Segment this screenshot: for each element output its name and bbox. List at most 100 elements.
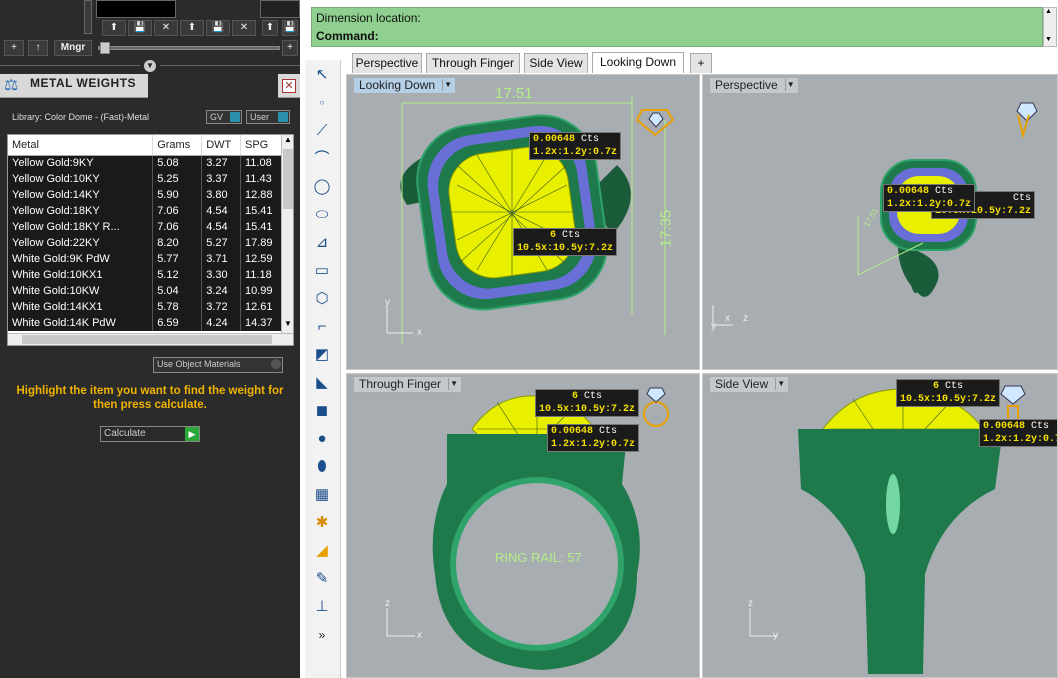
scroll-thumb[interactable] bbox=[283, 149, 293, 209]
polyline-icon[interactable]: ⟋ bbox=[311, 120, 333, 142]
curve-icon[interactable]: ⌒ bbox=[311, 148, 333, 170]
cylinder-icon[interactable]: ⬮ bbox=[311, 456, 333, 478]
command-prompt: Dimension location: bbox=[316, 11, 421, 25]
table-cell: White Gold:10KX1 bbox=[8, 267, 154, 283]
scroll-up-icon[interactable]: ▲ bbox=[1045, 8, 1052, 15]
table-row[interactable]: White Gold:10KW 5.04 3.24 10.99 bbox=[8, 283, 284, 299]
rectangle-icon[interactable]: ▭ bbox=[311, 260, 333, 282]
zoom-add-button[interactable]: + bbox=[282, 40, 298, 56]
viewport-side-view[interactable]: Side View ▼ z y 6 Cts 10.5x:10.5y:7.2z 0.0… bbox=[702, 373, 1058, 678]
calculate-button[interactable]: Calculate ▶ bbox=[100, 426, 200, 442]
polygon-icon[interactable]: ⬡ bbox=[311, 288, 333, 310]
transform-icon[interactable]: ✎ bbox=[311, 568, 333, 590]
table-cell: 11.18 bbox=[240, 267, 284, 283]
command-scrollbar[interactable]: ▲ ▼ bbox=[1043, 7, 1057, 47]
table-row[interactable]: Yellow Gold:18KY 7.06 4.54 15.41 bbox=[8, 203, 284, 219]
table-row[interactable]: White Gold:9K PdW 5.77 3.71 12.59 bbox=[8, 251, 284, 267]
use-object-materials-toggle[interactable]: Use Object Materials bbox=[153, 357, 283, 373]
carat-value: 0.00648 bbox=[983, 421, 1026, 432]
axis-x-label: x bbox=[417, 630, 422, 641]
carat-value: 0.00648 bbox=[887, 186, 930, 197]
table-cell: 5.78 bbox=[152, 299, 203, 315]
axis-z-label: z bbox=[748, 598, 753, 609]
table-row[interactable]: Yellow Gold:14KY 5.90 3.80 12.88 bbox=[8, 187, 284, 203]
save-icon[interactable]: 💾 bbox=[128, 20, 152, 36]
table-cell: 5.90 bbox=[152, 187, 203, 203]
table-cell: 14.37 bbox=[240, 315, 284, 331]
column-header[interactable]: DWT bbox=[201, 135, 241, 156]
viewport-through-finger[interactable]: Through Finger ▼ RING RAIL: 57 z x 6 Cts 1… bbox=[346, 373, 700, 678]
stone-dims: 1.2x:1.2y:0.7 bbox=[983, 434, 1058, 445]
table-row[interactable]: Yellow Gold:22KY 8.20 5.27 17.89 bbox=[8, 235, 284, 251]
carat-unit: Cts bbox=[584, 391, 603, 402]
table-cell: 4.54 bbox=[201, 219, 241, 235]
up-icon-3[interactable]: ⬆ bbox=[262, 20, 278, 36]
more-tools-icon[interactable]: » bbox=[311, 624, 333, 646]
manager-button[interactable]: Mngr bbox=[54, 40, 92, 56]
viewport-perspective[interactable]: Perspective ▼ 17.51 z y x Cts 10.5x:10.5y:… bbox=[702, 74, 1058, 370]
save-icon-2[interactable]: 💾 bbox=[206, 20, 230, 36]
up-button[interactable]: ↑ bbox=[28, 40, 48, 56]
up-icon[interactable]: ⬆ bbox=[102, 20, 126, 36]
tab-looking-down[interactable]: Looking Down bbox=[592, 52, 684, 73]
delete-icon-2[interactable]: ✕ bbox=[232, 20, 256, 36]
extrude-icon[interactable]: ◣ bbox=[311, 372, 333, 394]
fillet-icon[interactable]: ⌐ bbox=[311, 316, 333, 338]
select-arrow-icon[interactable]: ↖ bbox=[311, 64, 333, 86]
box-icon[interactable]: ◼ bbox=[311, 400, 333, 422]
table-cell: 3.80 bbox=[201, 187, 241, 203]
gv-toggle[interactable]: GV bbox=[206, 110, 242, 124]
close-icon[interactable]: ✕ bbox=[282, 79, 296, 93]
table-row[interactable]: Yellow Gold:10KY 5.25 3.37 11.43 bbox=[8, 171, 284, 187]
table-cell: 3.27 bbox=[201, 155, 241, 171]
table-vscroll[interactable]: ▲ ▼ bbox=[281, 135, 293, 345]
table-cell: Yellow Gold:18KY R... bbox=[8, 219, 154, 235]
table-row[interactable]: White Gold:14KX1 5.78 3.72 12.61 bbox=[8, 299, 284, 315]
delete-icon[interactable]: ✕ bbox=[154, 20, 178, 36]
point-icon[interactable]: ○ bbox=[311, 92, 333, 114]
column-header[interactable]: Grams bbox=[152, 135, 203, 156]
tool-palette: ↖ ○ ⟋ ⌒ ◯ ⬭ ⊿ ▭ ⬡ ⌐ ◩ ◣ ◼ ● ⬮ ▦ ✱ ◢ ✎ ⊥ … bbox=[305, 60, 341, 678]
scroll-down-icon[interactable]: ▼ bbox=[284, 319, 292, 328]
mesh-icon[interactable]: ▦ bbox=[311, 484, 333, 506]
ellipse-icon[interactable]: ⬭ bbox=[311, 204, 333, 226]
scroll-down-icon[interactable]: ▼ bbox=[1045, 36, 1052, 43]
table-cell: Yellow Gold:18KY bbox=[8, 203, 154, 219]
carat-value: 6 bbox=[571, 391, 578, 402]
add-button[interactable]: + bbox=[4, 40, 24, 56]
command-area[interactable]: Dimension location: Command: bbox=[311, 7, 1043, 47]
circle-icon[interactable]: ◯ bbox=[311, 176, 333, 198]
boolean-icon[interactable]: ◢ bbox=[311, 540, 333, 562]
arc-icon[interactable]: ⊿ bbox=[311, 232, 333, 254]
sphere-icon[interactable]: ● bbox=[311, 428, 333, 450]
user-toggle[interactable]: User bbox=[246, 110, 290, 124]
carat-value: 0.00648 bbox=[533, 134, 576, 145]
preview-swatch-2 bbox=[260, 0, 300, 18]
zoom-slider[interactable] bbox=[98, 46, 280, 50]
tab-through-finger[interactable]: Through Finger bbox=[426, 53, 520, 73]
vertical-scrollbar[interactable] bbox=[84, 0, 92, 34]
collapse-icon[interactable]: ▼ bbox=[144, 60, 156, 72]
tab-perspective[interactable]: Perspective bbox=[352, 53, 422, 73]
tab-side-view[interactable]: Side View bbox=[524, 53, 588, 73]
table-row[interactable]: Yellow Gold:9KY 5.08 3.27 11.08 bbox=[8, 155, 284, 171]
column-header[interactable]: SPG bbox=[240, 135, 284, 156]
table-hscroll[interactable] bbox=[8, 333, 293, 345]
table-row[interactable]: White Gold:10KX1 5.12 3.30 11.18 bbox=[8, 267, 284, 283]
table-cell: White Gold:14KX1 bbox=[8, 299, 154, 315]
hscroll-thumb[interactable] bbox=[22, 335, 272, 344]
column-header[interactable]: Metal bbox=[8, 135, 154, 156]
surface-icon[interactable]: ◩ bbox=[311, 344, 333, 366]
panel-title: METAL WEIGHTS bbox=[30, 76, 137, 90]
analyze-icon[interactable]: ⊥ bbox=[311, 596, 333, 618]
up-icon-2[interactable]: ⬆ bbox=[180, 20, 204, 36]
slider-handle[interactable] bbox=[100, 42, 110, 54]
scroll-up-icon[interactable]: ▲ bbox=[284, 135, 292, 144]
gear-icon[interactable]: ✱ bbox=[311, 512, 333, 534]
save-icon-3[interactable]: 💾 bbox=[282, 20, 298, 36]
table-row[interactable]: Yellow Gold:18KY R... 7.06 4.54 15.41 bbox=[8, 219, 284, 235]
table-row[interactable]: White Gold:14K PdW 6.59 4.24 14.37 bbox=[8, 315, 284, 331]
stone-tooltip-small: 0.00648 Cts 1.2x:1.2y:0.7z bbox=[547, 424, 640, 452]
add-tab-button[interactable]: + bbox=[690, 53, 712, 73]
viewport-looking-down[interactable]: Looking Down ▼ 17.51 17.35 y x 0.00648 Ct… bbox=[346, 74, 700, 370]
